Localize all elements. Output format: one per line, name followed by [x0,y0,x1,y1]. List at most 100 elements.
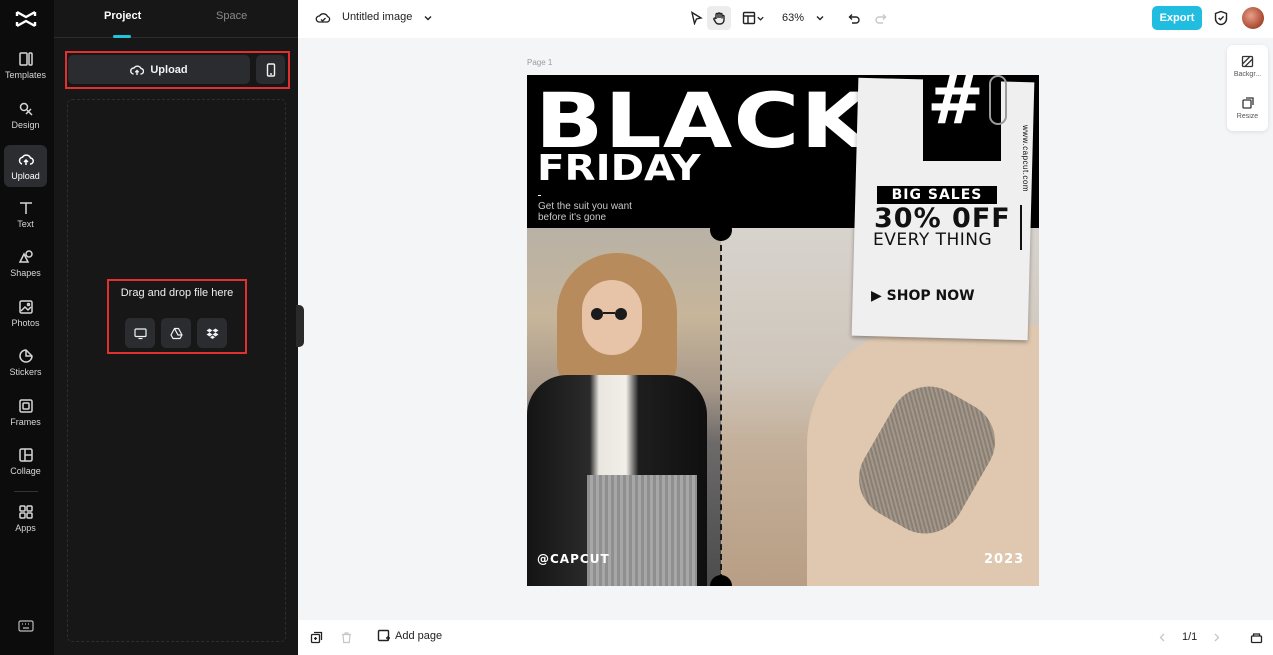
hash-symbol[interactable]: # [927,75,984,141]
top-bar: Untitled image 63% Export [298,0,1273,38]
rail-item-upload[interactable]: Upload [4,145,47,187]
rail-label: Stickers [9,366,42,377]
duplicate-page-icon[interactable] [310,631,323,644]
active-tab-indicator [113,35,131,38]
zoom-dropdown-button[interactable] [812,6,828,30]
side-tools: Backgr... Resize [1227,45,1268,131]
website-rule [1020,205,1022,250]
rail-label: Templates [4,69,47,80]
page-label: Page 1 [527,58,553,67]
drop-hint: Drag and drop file here [120,287,234,299]
rail-item-apps[interactable]: Apps [4,497,47,539]
trash-icon[interactable] [340,631,353,644]
rail-label: Apps [15,522,36,533]
background-tool[interactable]: Backgr... [1227,55,1268,78]
shapes-icon [18,249,33,263]
big-sales-text[interactable]: BIG SALES [877,186,997,204]
undo-icon [848,13,860,24]
resize-tool[interactable]: Resize [1227,97,1268,120]
select-tool-button[interactable] [684,6,708,30]
subheadline-text[interactable]: FRIDAY [537,151,701,187]
tab-space[interactable]: Space [216,10,247,22]
rail-item-text[interactable]: Text [4,193,47,235]
rail-item-stickers[interactable]: Stickers [4,341,47,383]
cloud-upload-icon [130,64,145,75]
upload-button[interactable]: Upload [68,55,250,84]
bottom-bar: Add page 1/1 [298,620,1273,655]
add-page-label: Add page [395,629,443,642]
tab-project[interactable]: Project [104,10,141,22]
frames-icon [18,398,33,413]
photos-icon [18,299,33,314]
upload-icon [18,153,34,165]
rail-item-photos[interactable]: Photos [4,292,47,334]
left-rail: Templates Design Upload Text Shapes Phot… [0,0,54,655]
export-button[interactable]: Export [1152,6,1202,30]
rail-item-collage[interactable]: Collage [4,440,47,482]
rail-label: Collage [10,465,41,476]
rail-item-templates[interactable]: Templates [4,44,47,86]
design-canvas[interactable]: BLACK FRIDAY Get the suit you want befor… [527,75,1039,586]
dashed-divider [720,235,722,580]
panel-tabs: Project Space [54,0,298,38]
rail-label: Text [17,218,34,229]
redo-icon [874,13,886,24]
layers-icon[interactable] [1250,631,1263,644]
next-page-icon[interactable] [1210,631,1223,644]
design-icon [19,102,33,116]
chevron-down-icon [756,16,764,21]
year-text[interactable]: 2023 [984,552,1024,567]
hand-tool-button[interactable] [707,6,731,30]
shop-now-text[interactable]: ▶ SHOP NOW [871,288,975,304]
previous-page-icon[interactable] [1156,631,1169,644]
collage-icon [18,447,33,462]
rail-item-frames[interactable]: Frames [4,391,47,433]
handle-text[interactable]: @CAPCUT [537,552,610,566]
text-icon [19,201,32,214]
panel-collapse-handle[interactable] [296,305,304,347]
pants-shape [587,475,697,586]
pointer-icon [690,11,703,25]
upload-from-computer-button[interactable] [125,318,155,348]
website-text[interactable]: www.capcut.com [1021,125,1030,192]
keyboard-icon[interactable] [17,618,35,634]
background-icon [1241,55,1254,68]
layout-dropdown-button[interactable] [738,6,768,30]
document-title[interactable]: Untitled image [342,11,412,23]
sunglasses-shape [591,308,627,320]
monitor-icon [133,327,147,339]
templates-icon [18,51,33,66]
upload-button-label: Upload [150,63,188,76]
cloud-save-icon[interactable] [315,11,331,25]
zoom-level[interactable]: 63% [782,12,804,24]
google-drive-icon [169,327,183,339]
offer-sub-text[interactable]: EVERY THING [873,230,992,250]
rail-label: Upload [11,170,40,181]
layout-icon [742,11,755,25]
upload-from-phone-button[interactable] [256,55,285,84]
user-avatar[interactable] [1242,7,1264,29]
upload-panel: Project Space Upload Drag and drop file … [54,0,298,655]
stickers-icon [18,348,33,363]
chevron-down-icon[interactable] [423,13,433,23]
drop-area[interactable] [67,99,286,642]
resize-tool-label: Resize [1236,113,1259,120]
rail-item-design[interactable]: Design [4,94,47,136]
rail-item-shapes[interactable]: Shapes [4,242,47,284]
page-count: 1/1 [1182,631,1198,643]
hand-icon [713,12,725,25]
paper-clip-shape [989,75,1007,125]
upload-from-google-drive-button[interactable] [161,318,191,348]
capcut-logo-icon[interactable] [14,8,38,30]
undo-button[interactable] [844,6,862,30]
shield-icon[interactable] [1214,10,1228,26]
notch-top [710,219,732,241]
tagline-text[interactable]: Get the suit you want before it's gone [538,201,632,223]
add-page-button[interactable]: Add page [377,629,442,642]
apps-icon [18,504,33,519]
small-dash [538,195,541,196]
redo-button[interactable] [872,6,890,30]
upload-from-dropbox-button[interactable] [197,318,227,348]
resize-icon [1242,97,1254,109]
rail-label: Photos [11,317,40,328]
